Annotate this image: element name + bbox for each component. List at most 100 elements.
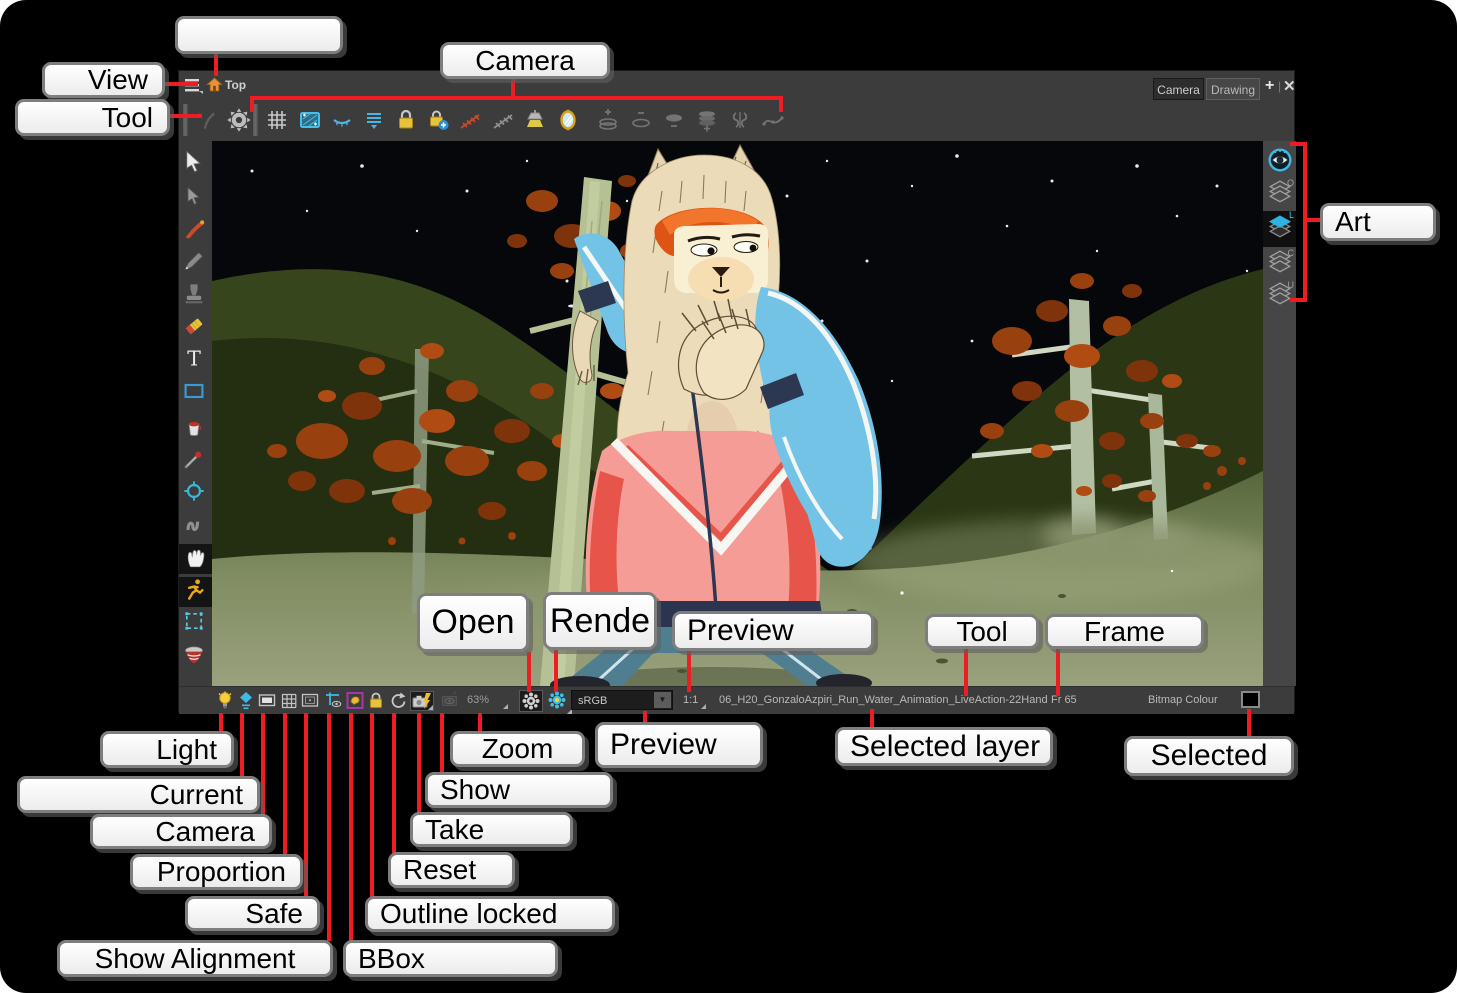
camera-status-bar: 63% sRGB ▼ 1:1 06_H20_GonzaloAzpiri_Run_… xyxy=(179,686,1294,714)
selected-layer-name: 06_H20_GonzaloAzpiri_Run_Water_Animation… xyxy=(719,694,1048,706)
contour-editor-tool-icon[interactable] xyxy=(182,512,209,542)
underlay-art-icon[interactable]: U xyxy=(1263,281,1296,313)
line-art-icon[interactable]: L xyxy=(1263,211,1296,247)
zoom-menu-arrow-icon[interactable] xyxy=(503,704,508,709)
flip-horizontal-icon[interactable] xyxy=(728,108,752,132)
callout-preview-colour-space: Preview xyxy=(595,722,763,768)
connector-line xyxy=(214,54,218,76)
art-layer-panel: O L C U xyxy=(1263,141,1296,686)
current-drawing-on-top-icon[interactable] xyxy=(237,691,257,711)
marquee-select-tool-icon[interactable] xyxy=(182,609,209,639)
callout-reset: Reset xyxy=(388,852,515,888)
connector-line xyxy=(687,651,691,692)
callout-tool-toolbar: Tool xyxy=(15,99,170,136)
onion-grey-marks-icon[interactable] xyxy=(491,108,515,132)
onion-skin-next-icon[interactable] xyxy=(362,108,386,132)
paint-tool-icon[interactable] xyxy=(182,414,209,444)
lock-and-add-icon[interactable] xyxy=(426,108,450,132)
outline-locked-drawings-icon[interactable] xyxy=(367,691,387,711)
svg-text:T: T xyxy=(187,347,201,371)
dropper-tool-icon[interactable] xyxy=(182,447,209,477)
callout-take: Take xyxy=(410,812,573,847)
zoom-level-value[interactable]: 63% xyxy=(467,694,489,706)
camera-mask-icon[interactable] xyxy=(258,691,278,711)
hand-tool-icon[interactable] xyxy=(179,544,212,574)
remove-drawing-layer-icon[interactable] xyxy=(629,108,653,132)
preview-eye-icon[interactable] xyxy=(1263,147,1296,179)
close-view-icon[interactable]: ✕ xyxy=(1283,77,1296,95)
connector-line xyxy=(527,652,531,692)
rectangle-tool-icon[interactable] xyxy=(182,379,209,409)
callout-render: Rende xyxy=(543,592,657,650)
onion-red-marks-icon[interactable] xyxy=(458,108,482,132)
callout-camera-mask: Camera xyxy=(90,814,272,849)
safe-area-icon[interactable] xyxy=(301,691,321,711)
callout-opengl: Open xyxy=(417,593,529,652)
connector-line xyxy=(440,713,444,773)
light-table-icon[interactable] xyxy=(216,691,236,711)
take-snapshot-icon[interactable] xyxy=(410,691,434,711)
colour-art-letter: C xyxy=(1288,248,1295,258)
rotate-view-tool-icon[interactable] xyxy=(182,642,209,672)
light-table-icon[interactable] xyxy=(523,108,547,132)
connector-line xyxy=(327,713,331,941)
add-drawing-layer-icon[interactable] xyxy=(596,108,620,132)
connector-line xyxy=(1303,142,1307,302)
add-view-icon[interactable]: + xyxy=(1265,77,1274,95)
mirror-view-icon[interactable] xyxy=(556,108,580,132)
bbox-selection-style-icon[interactable] xyxy=(346,691,366,711)
pencil-tool-icon[interactable] xyxy=(182,249,209,279)
colour-art-icon[interactable]: C xyxy=(1263,249,1296,281)
connector-line xyxy=(392,713,396,853)
callout-current: Current xyxy=(17,776,260,813)
camera-stage-canvas[interactable] xyxy=(212,141,1263,686)
opengl-view-icon[interactable] xyxy=(519,690,543,712)
onion-skin-previous-icon[interactable] xyxy=(330,108,354,132)
toolbar-grip[interactable] xyxy=(183,104,188,136)
resolution-menu-arrow-icon[interactable] xyxy=(701,704,706,709)
show-alignment-icon[interactable] xyxy=(324,691,344,711)
connector-line xyxy=(250,98,254,112)
render-view-icon[interactable] xyxy=(546,690,570,712)
chevron-down-icon[interactable]: ▼ xyxy=(654,692,671,708)
show-current-drawing-on-top-icon[interactable] xyxy=(662,108,686,132)
connector-line xyxy=(779,98,783,112)
tools-toolbar: T xyxy=(179,141,212,686)
colour-swatch[interactable] xyxy=(1241,691,1260,708)
connector-line xyxy=(261,713,265,815)
connector-line xyxy=(165,82,198,86)
overlay-art-icon[interactable]: O xyxy=(1263,179,1296,211)
proportion-grid-icon[interactable] xyxy=(280,691,300,711)
current-view-name: Top xyxy=(225,78,246,92)
home-icon[interactable] xyxy=(206,76,223,93)
tab-drawing[interactable]: Drawing xyxy=(1206,78,1260,100)
gear-icon[interactable] xyxy=(225,106,253,134)
preview-resolution-value[interactable]: 1:1 xyxy=(683,694,698,706)
connector-line xyxy=(478,713,482,732)
scene-illustration xyxy=(212,141,1263,686)
frame-counter: Fr 65 xyxy=(1051,694,1077,706)
grid-icon[interactable] xyxy=(265,108,289,132)
colour-space-select[interactable]: sRGB ▼ xyxy=(571,690,673,710)
callout-art: Art xyxy=(1320,203,1436,241)
transform-tool-icon[interactable] xyxy=(182,184,209,214)
tab-camera[interactable]: Camera xyxy=(1153,78,1204,100)
tool-presets-icon[interactable] xyxy=(193,107,219,133)
callout-proportion: Proportion xyxy=(130,854,303,890)
select-tool-icon[interactable] xyxy=(182,149,209,179)
connector-line xyxy=(1056,649,1060,696)
callout-show: Show xyxy=(425,772,613,808)
eraser-tool-icon[interactable] xyxy=(182,314,209,344)
show-snapshot-icon[interactable] xyxy=(441,691,461,711)
stamp-tool-icon[interactable] xyxy=(182,282,209,312)
reset-view-icon[interactable] xyxy=(389,691,409,711)
camera-mask-icon[interactable] xyxy=(298,108,322,132)
text-tool-icon[interactable]: T xyxy=(182,347,209,377)
animate-tool-icon[interactable] xyxy=(179,577,212,607)
lock-icon[interactable] xyxy=(394,108,418,132)
centre-tool-icon[interactable] xyxy=(182,479,209,509)
tab-separator: | xyxy=(1278,79,1281,93)
brush-tool-icon[interactable] xyxy=(182,217,209,247)
callout-preview-resolution: Preview xyxy=(672,611,874,651)
merge-layers-icon[interactable] xyxy=(695,108,719,132)
